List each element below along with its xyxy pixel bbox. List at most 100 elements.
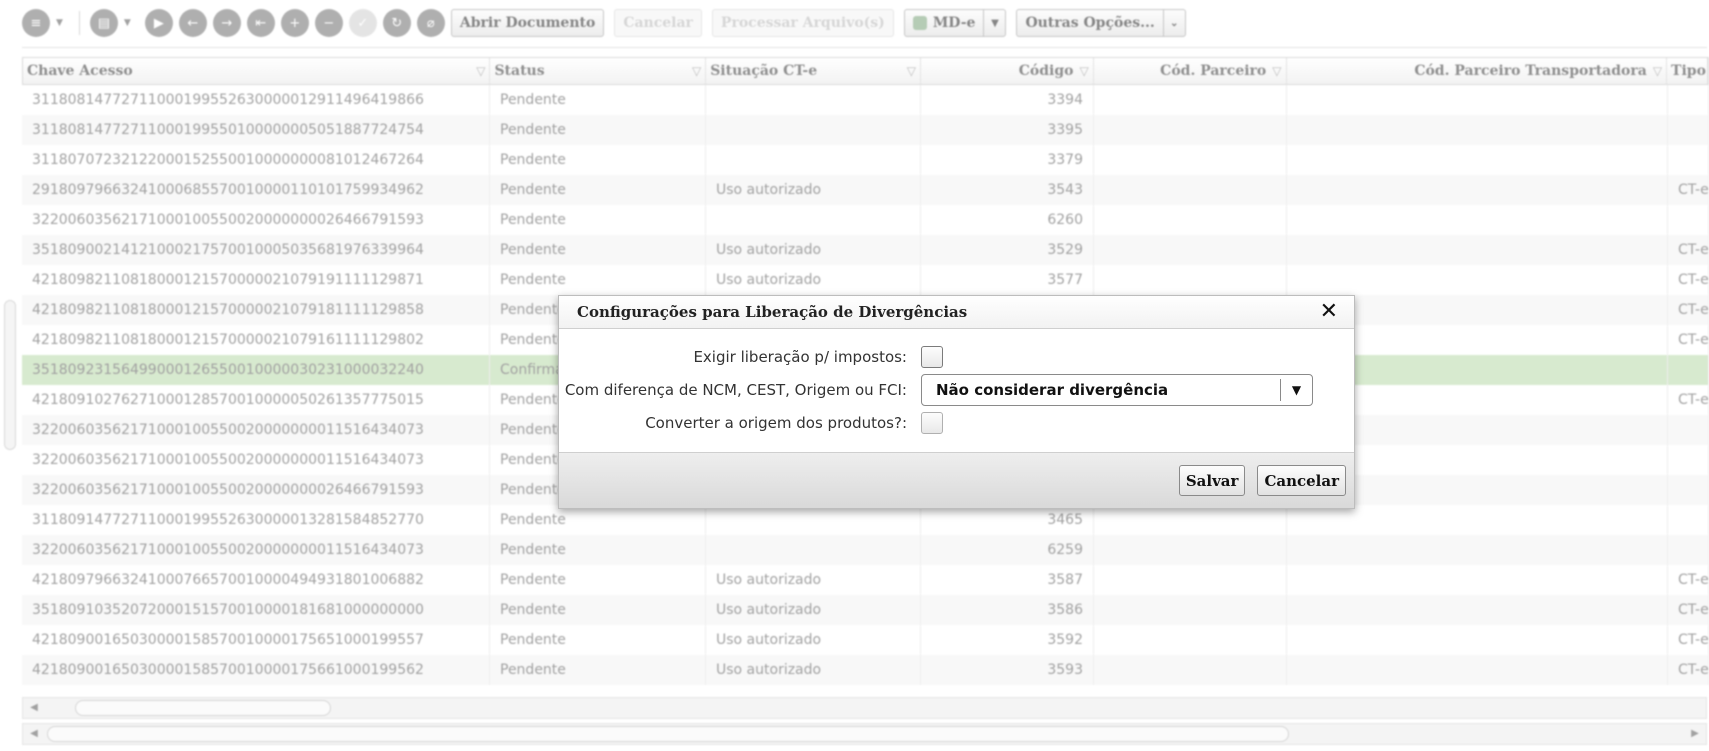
cell-situacao: Uso autorizado bbox=[706, 595, 921, 625]
cell-chave: 4218098211081800012157000002107916111112… bbox=[22, 325, 490, 355]
other-options-dropdown[interactable]: Outras Opções... ⌄ bbox=[1016, 9, 1186, 37]
scroll-thumb[interactable] bbox=[75, 700, 331, 716]
attach-icon[interactable]: ⌀ bbox=[416, 9, 445, 37]
cell-chave: 3220060356217100010055002000000002646679… bbox=[22, 475, 490, 505]
side-panel-toggle[interactable] bbox=[4, 300, 16, 450]
column-header[interactable]: Chave Acesso ▽ bbox=[23, 58, 491, 84]
cell-status: Pendente bbox=[490, 265, 706, 295]
table-row[interactable]: 4218097966324100076657001000049493180100… bbox=[22, 565, 1709, 595]
add-icon[interactable]: + bbox=[280, 9, 309, 37]
table-row[interactable]: 3118091477271100019955263000001328158485… bbox=[22, 505, 1709, 535]
mde-icon bbox=[912, 16, 927, 30]
cell-parceiro bbox=[1094, 595, 1287, 625]
filter-icon[interactable]: ▽ bbox=[1272, 64, 1281, 78]
cell-codigo: 3379 bbox=[921, 145, 1094, 175]
close-icon[interactable]: ✕ bbox=[1320, 301, 1338, 323]
ncm-divergence-select[interactable]: Não considerar divergência ▼ bbox=[921, 374, 1313, 406]
cell-tipo: CT-e bbox=[1668, 385, 1709, 415]
cell-situacao bbox=[706, 535, 921, 565]
column-header[interactable]: Cód. Parceiro Transportadora ▽ bbox=[1287, 58, 1668, 84]
cell-tipo bbox=[1668, 445, 1709, 475]
cell-tipo: CT-e bbox=[1668, 325, 1709, 355]
cell-chave: 4218097966324100076657001000049493180100… bbox=[22, 565, 490, 595]
first-page-icon[interactable]: ⇤ bbox=[246, 9, 275, 37]
table-row[interactable]: 3220060356217100010055002000000001151643… bbox=[22, 535, 1709, 565]
cell-parceiro-transportadora bbox=[1287, 205, 1668, 235]
document-menu-button[interactable]: ▤ ▼ bbox=[89, 9, 139, 37]
cell-status: Pendente bbox=[490, 565, 706, 595]
save-button[interactable]: Salvar bbox=[1178, 465, 1246, 496]
dialog-body: Exigir liberação p/ impostos: Com difere… bbox=[559, 329, 1354, 452]
cell-codigo: 3577 bbox=[921, 265, 1094, 295]
cell-parceiro bbox=[1094, 535, 1287, 565]
table-row[interactable]: 3518090021412100021757001000503568197633… bbox=[22, 235, 1709, 265]
cell-parceiro-transportadora bbox=[1287, 535, 1668, 565]
dialog-header: Configurações para Liberação de Divergên… bbox=[559, 296, 1354, 329]
table-row[interactable]: 4218090016503000015857001000017565100019… bbox=[22, 625, 1709, 655]
cell-status: Pendente bbox=[490, 625, 706, 655]
table-row[interactable]: 3518091035207200015157001000018168100000… bbox=[22, 595, 1709, 625]
toolbar-separator bbox=[78, 11, 80, 35]
cell-parceiro-transportadora bbox=[1287, 115, 1668, 145]
mde-label: MD-e bbox=[932, 15, 976, 31]
page-horizontal-scrollbar[interactable]: ◀ ▶ bbox=[22, 723, 1707, 745]
table-row[interactable]: 3220060356217100010055002000000002646679… bbox=[22, 205, 1709, 235]
toolbar: ≡ ▼ ▤ ▼ ▶ ← → ⇤ + − ✓ ↻ ⌀ Abrir Documento … bbox=[22, 6, 1196, 40]
table-row[interactable]: 4218098211081800012157000002107919111112… bbox=[22, 265, 1709, 295]
table-row[interactable]: 3118081477271100019955010000000505188772… bbox=[22, 115, 1709, 145]
cell-situacao bbox=[706, 205, 921, 235]
cell-codigo: 3395 bbox=[921, 115, 1094, 145]
filter-icon[interactable]: ▽ bbox=[1653, 64, 1662, 78]
remove-icon[interactable]: − bbox=[314, 9, 343, 37]
cell-chave: 3220060356217100010055002000000001151643… bbox=[22, 445, 490, 475]
check-icon[interactable]: ✓ bbox=[348, 9, 377, 37]
scroll-left-icon[interactable]: ◀ bbox=[27, 701, 41, 715]
cell-status: Pendente bbox=[490, 85, 706, 115]
arrow-right-icon[interactable]: → bbox=[212, 9, 241, 37]
grid-horizontal-scrollbar[interactable]: ◀ bbox=[22, 697, 1707, 719]
scroll-thumb[interactable] bbox=[47, 726, 1289, 742]
cell-chave: 3220060356217100010055002000000001151643… bbox=[22, 415, 490, 445]
filter-icon[interactable]: ▽ bbox=[907, 64, 916, 78]
arrow-left-icon[interactable]: ← bbox=[178, 9, 207, 37]
filter-icon[interactable]: ▽ bbox=[692, 64, 701, 78]
process-files-button[interactable]: Processar Arquivo(s) bbox=[711, 9, 894, 37]
column-header[interactable]: Tipo bbox=[1667, 58, 1708, 84]
scroll-right-icon[interactable]: ▶ bbox=[1688, 727, 1702, 741]
chevron-down-icon[interactable]: ▼ bbox=[983, 10, 1005, 36]
table-row[interactable]: 3118070723212200015255001000000008101246… bbox=[22, 145, 1709, 175]
refresh-icon[interactable]: ↻ bbox=[382, 9, 411, 37]
column-header[interactable]: Código ▽ bbox=[921, 58, 1094, 84]
require-release-checkbox[interactable] bbox=[921, 346, 943, 368]
mde-dropdown[interactable]: MD-e ▼ bbox=[903, 9, 1007, 37]
column-header[interactable]: Status ▽ bbox=[490, 58, 707, 84]
menu-button[interactable]: ≡ ▼ bbox=[22, 9, 71, 37]
table-row[interactable]: 3118081477271100019955263000001291149641… bbox=[22, 85, 1709, 115]
cell-tipo: CT-e bbox=[1668, 655, 1709, 685]
filter-icon[interactable]: ▽ bbox=[476, 64, 485, 78]
filter-icon[interactable]: ▽ bbox=[1080, 64, 1089, 78]
table-row[interactable]: 2918097966324100068557001000011010175993… bbox=[22, 175, 1709, 205]
cell-parceiro bbox=[1094, 115, 1287, 145]
cancel-toolbar-button[interactable]: Cancelar bbox=[614, 9, 702, 37]
cell-parceiro-transportadora bbox=[1287, 505, 1668, 535]
table-row[interactable]: 4218090016503000015857001000017566100019… bbox=[22, 655, 1709, 685]
cell-situacao bbox=[706, 505, 921, 535]
column-header[interactable]: Situação CT-e ▽ bbox=[706, 58, 921, 84]
cell-parceiro-transportadora bbox=[1287, 235, 1668, 265]
cell-codigo: 3543 bbox=[921, 175, 1094, 205]
cell-parceiro bbox=[1094, 625, 1287, 655]
cell-tipo bbox=[1668, 85, 1709, 115]
cell-tipo bbox=[1668, 115, 1709, 145]
column-header[interactable]: Cód. Parceiro ▽ bbox=[1094, 58, 1287, 84]
open-document-button[interactable]: Abrir Documento bbox=[450, 9, 605, 37]
chevron-down-icon[interactable]: ▼ bbox=[1280, 379, 1312, 401]
cancel-button[interactable]: Cancelar bbox=[1257, 465, 1346, 496]
grid-header: Chave Acesso ▽ Status ▽ Situação CT-e ▽ Cód… bbox=[22, 57, 1709, 85]
play-icon[interactable]: ▶ bbox=[144, 9, 173, 37]
cell-codigo: 3587 bbox=[921, 565, 1094, 595]
chevron-down-icon[interactable]: ⌄ bbox=[1162, 10, 1185, 36]
convert-origin-checkbox[interactable] bbox=[921, 412, 943, 434]
scroll-left-icon[interactable]: ◀ bbox=[27, 727, 41, 741]
cell-tipo: CT-e bbox=[1668, 175, 1709, 205]
